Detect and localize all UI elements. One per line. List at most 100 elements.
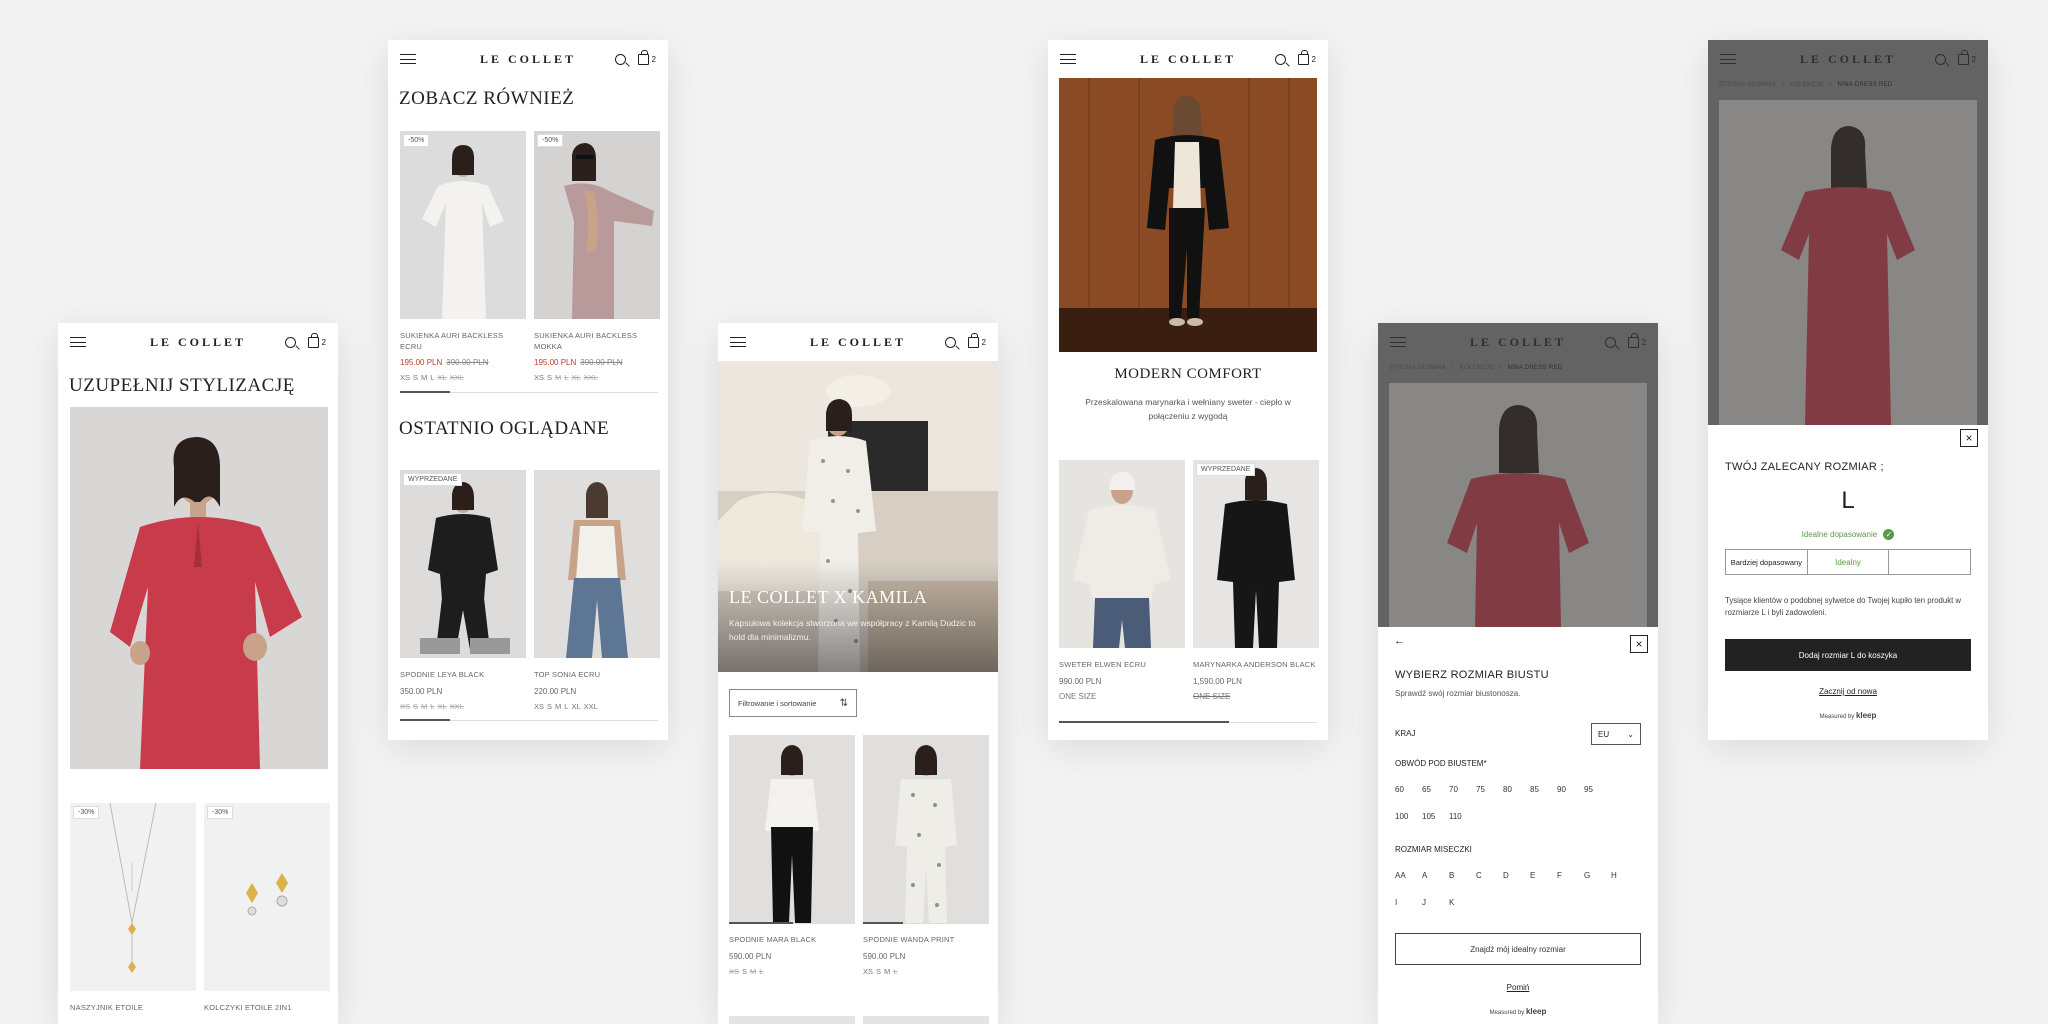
size-option[interactable]: 105 bbox=[1422, 812, 1449, 821]
size-option[interactable]: 65 bbox=[1422, 785, 1449, 794]
menu-icon[interactable] bbox=[730, 337, 746, 347]
product-card[interactable]: SWETER ELWEN ECRU 990.00 PLN ONE SIZE bbox=[1059, 460, 1185, 701]
size-option[interactable]: M bbox=[555, 702, 561, 711]
product-card[interactable]: TOP SONIA ECRU 220.00 PLN XS S M L XL XXL bbox=[534, 470, 660, 711]
size-option[interactable]: S bbox=[876, 967, 881, 976]
product-name[interactable]: SPODNIE LEYA BLACK bbox=[400, 670, 526, 681]
size-option[interactable]: 70 bbox=[1449, 785, 1476, 794]
image-scrollbar[interactable] bbox=[863, 922, 989, 924]
size-option[interactable]: F bbox=[1557, 871, 1584, 880]
modal-backdrop[interactable] bbox=[1378, 323, 1658, 627]
size-option[interactable]: C bbox=[1476, 871, 1503, 880]
search-icon[interactable] bbox=[1274, 53, 1286, 65]
size-option[interactable]: D bbox=[1503, 871, 1530, 880]
menu-icon[interactable] bbox=[1060, 54, 1076, 64]
size-one[interactable]: ONE SIZE bbox=[1059, 692, 1185, 701]
size-option[interactable]: 110 bbox=[1449, 812, 1476, 821]
product-name[interactable]: SPODNIE MARA BLACK bbox=[729, 935, 855, 946]
search-icon[interactable] bbox=[614, 53, 626, 65]
product-name[interactable]: SPODNIE WANDA PRINT bbox=[863, 935, 989, 946]
product-card[interactable]: -50% SUKIENKA AURI BACKLESS MOKKA 195.00… bbox=[534, 131, 660, 382]
logo[interactable]: LE COLLET bbox=[480, 52, 576, 67]
product-name[interactable]: KOLCZYKI ETOILE 2in1 bbox=[204, 1003, 330, 1014]
size-option[interactable]: XS bbox=[534, 373, 544, 382]
size-option[interactable]: M bbox=[884, 967, 890, 976]
logo[interactable]: LE COLLET bbox=[150, 335, 246, 350]
cart-button[interactable]: 2 bbox=[307, 332, 326, 348]
modal-backdrop[interactable] bbox=[1708, 40, 1988, 425]
logo[interactable]: LE COLLET bbox=[1140, 52, 1236, 67]
back-arrow-icon[interactable]: ← bbox=[1394, 635, 1405, 647]
size-option[interactable]: 75 bbox=[1476, 785, 1503, 794]
filter-sort-button[interactable]: Filtrowanie i sortowanie ⇅ bbox=[729, 689, 857, 717]
fit-option-looser[interactable] bbox=[1889, 550, 1970, 574]
size-option[interactable]: M bbox=[421, 373, 427, 382]
image-scrollbar[interactable] bbox=[729, 922, 855, 924]
logo[interactable]: LE COLLET bbox=[810, 335, 906, 350]
skip-link[interactable]: Pomiń bbox=[1378, 983, 1658, 992]
close-icon[interactable]: × bbox=[1960, 429, 1978, 447]
product-name[interactable]: SWETER ELWEN ECRU bbox=[1059, 660, 1185, 671]
size-option[interactable]: 95 bbox=[1584, 785, 1611, 794]
carousel-scrollbar[interactable] bbox=[400, 391, 658, 393]
size-option[interactable]: XS bbox=[400, 373, 410, 382]
size-option[interactable]: A bbox=[1422, 871, 1449, 880]
size-option[interactable]: L bbox=[430, 373, 434, 382]
restart-link[interactable]: Zacznij od nowa bbox=[1708, 687, 1988, 696]
size-option[interactable]: I bbox=[1395, 898, 1422, 907]
size-option[interactable]: J bbox=[1422, 898, 1449, 907]
size-option[interactable]: G bbox=[1584, 871, 1611, 880]
product-card[interactable]: WYPRZEDANE SPODNIE LEYA BLACK 350.00 PLN… bbox=[400, 470, 526, 711]
size-option[interactable]: 90 bbox=[1557, 785, 1584, 794]
product-name[interactable]: SUKIENKA AURI BACKLESS ECRU bbox=[400, 331, 526, 352]
size-option[interactable]: S bbox=[742, 967, 747, 976]
fit-option-tighter[interactable]: Bardziej dopasowany bbox=[1726, 550, 1808, 574]
product-card[interactable]: -50% SUKIENKA AURI BACKLESS ECRU 195.00 … bbox=[400, 131, 526, 382]
product-name[interactable]: NASZYJNIK ETOILE bbox=[70, 1003, 196, 1014]
size-option[interactable]: 80 bbox=[1503, 785, 1530, 794]
search-icon[interactable] bbox=[284, 336, 296, 348]
size-option[interactable]: E bbox=[1530, 871, 1557, 880]
size-option[interactable]: XXL bbox=[584, 702, 598, 711]
menu-icon[interactable] bbox=[70, 337, 86, 347]
size-option[interactable]: L bbox=[564, 702, 568, 711]
country-select[interactable]: EU ⌄ bbox=[1591, 723, 1641, 745]
search-icon[interactable] bbox=[944, 336, 956, 348]
size-option[interactable]: AA bbox=[1395, 871, 1422, 880]
product-name[interactable]: MARYNARKA ANDERSON BLACK bbox=[1193, 660, 1319, 671]
product-card[interactable]: SPODNIE WANDA PRINT 590.00 PLN XS S M L bbox=[863, 735, 989, 976]
size-sheet: ← × WYBIERZ ROZMIAR BIUSTU Sprawdź swój … bbox=[1378, 627, 1658, 1024]
carousel-scrollbar[interactable] bbox=[1059, 721, 1317, 723]
size-option[interactable]: S bbox=[413, 373, 418, 382]
size-option[interactable]: K bbox=[1449, 898, 1476, 907]
size-option[interactable]: H bbox=[1611, 871, 1638, 880]
product-card[interactable]: SPODNIE MARA BLACK 590.00 PLN XS S M L bbox=[729, 735, 855, 976]
add-to-cart-button[interactable]: Dodaj rozmiar L do koszyka bbox=[1725, 639, 1971, 671]
size-option[interactable]: S bbox=[547, 702, 552, 711]
size-option[interactable]: 85 bbox=[1530, 785, 1557, 794]
menu-icon[interactable] bbox=[400, 54, 416, 64]
campaign-photo[interactable] bbox=[1059, 78, 1317, 352]
size-option[interactable]: 100 bbox=[1395, 812, 1422, 821]
size-option[interactable]: XS bbox=[863, 967, 873, 976]
product-card[interactable]: -30% KOLCZYKI ETOILE 2in1 bbox=[204, 803, 330, 1014]
size-option[interactable]: S bbox=[547, 373, 552, 382]
cart-button[interactable]: 2 bbox=[637, 49, 656, 65]
product-photo-red-dress[interactable] bbox=[70, 407, 328, 769]
product-name[interactable]: SUKIENKA AURI BACKLESS MOKKA bbox=[534, 331, 660, 352]
fit-option-ideal[interactable]: Idealny bbox=[1808, 550, 1890, 574]
hero-banner[interactable]: LE COLLET X KAMILA Kapsułowa kolekcja st… bbox=[718, 361, 998, 672]
size-option[interactable]: XS bbox=[534, 702, 544, 711]
product-card[interactable]: WYPRZEDANE MARYNARKA ANDERSON BLACK 1,59… bbox=[1193, 460, 1319, 701]
band-label: OBWÓD POD BIUSTEM* bbox=[1395, 759, 1487, 768]
carousel-scrollbar[interactable] bbox=[400, 719, 658, 721]
product-card[interactable]: -30% NASZYJNIK ETOILE bbox=[70, 803, 196, 1014]
cart-button[interactable]: 2 bbox=[967, 332, 986, 348]
cart-button[interactable]: 2 bbox=[1297, 49, 1316, 65]
size-option[interactable]: 60 bbox=[1395, 785, 1422, 794]
size-option[interactable]: B bbox=[1449, 871, 1476, 880]
product-name[interactable]: TOP SONIA ECRU bbox=[534, 670, 660, 681]
close-icon[interactable]: × bbox=[1630, 635, 1648, 653]
find-size-button[interactable]: Znajdź mój idealny rozmiar bbox=[1395, 933, 1641, 965]
size-option[interactable]: XL bbox=[571, 702, 580, 711]
